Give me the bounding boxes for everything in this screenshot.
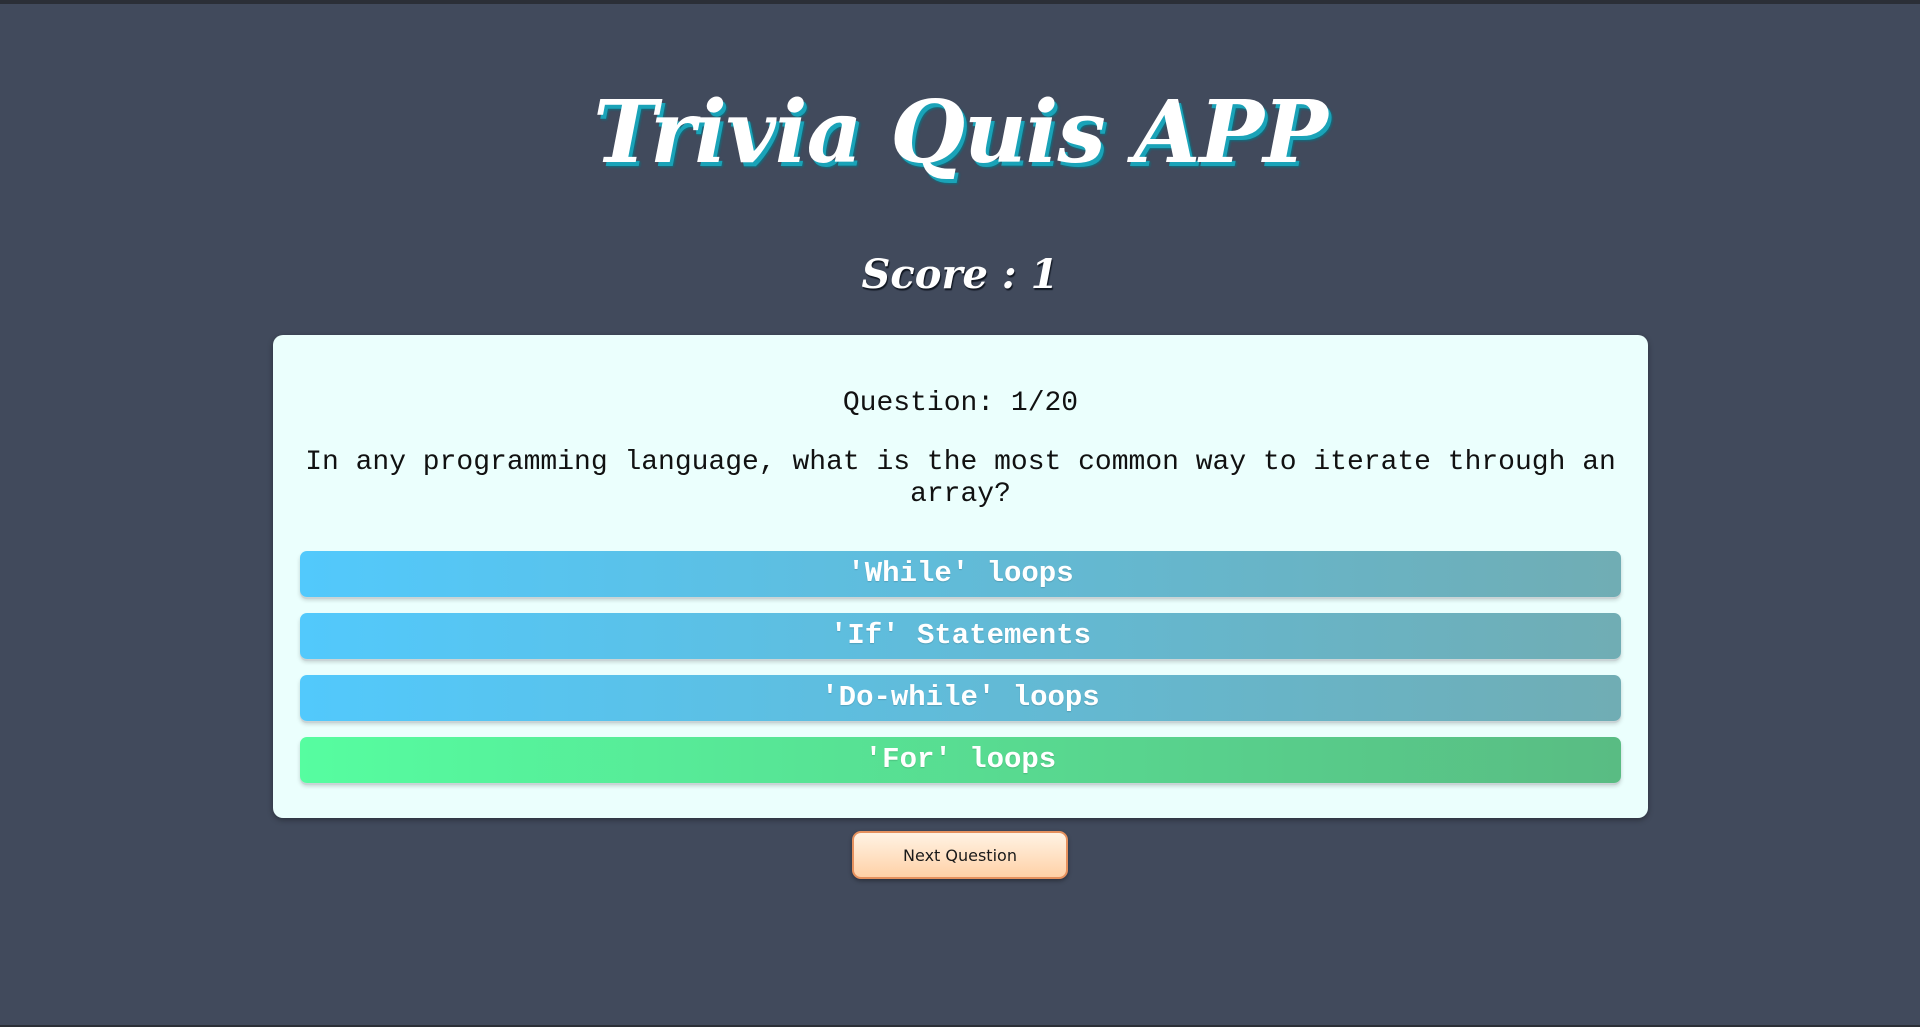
next-question-button[interactable]: Next Question (852, 831, 1068, 879)
answer-button-if-statements[interactable]: 'If' Statements (300, 613, 1621, 659)
score-display: Score : 1 (861, 251, 1059, 298)
answer-button-do-while-loops[interactable]: 'Do-while' loops (300, 675, 1621, 721)
answer-button-for-loops[interactable]: 'For' loops (300, 737, 1621, 783)
quiz-card: Question: 1/20 In any programming langua… (273, 335, 1648, 818)
answer-list: 'While' loops 'If' Statements 'Do-while'… (300, 551, 1621, 799)
question-text: In any programming language, what is the… (305, 447, 1616, 510)
question-number: Question: 1/20 (842, 388, 1079, 419)
answer-button-while-loops[interactable]: 'While' loops (300, 551, 1621, 597)
window-top-border (0, 0, 1920, 4)
app-title: Trivia Quis APP (593, 82, 1328, 183)
